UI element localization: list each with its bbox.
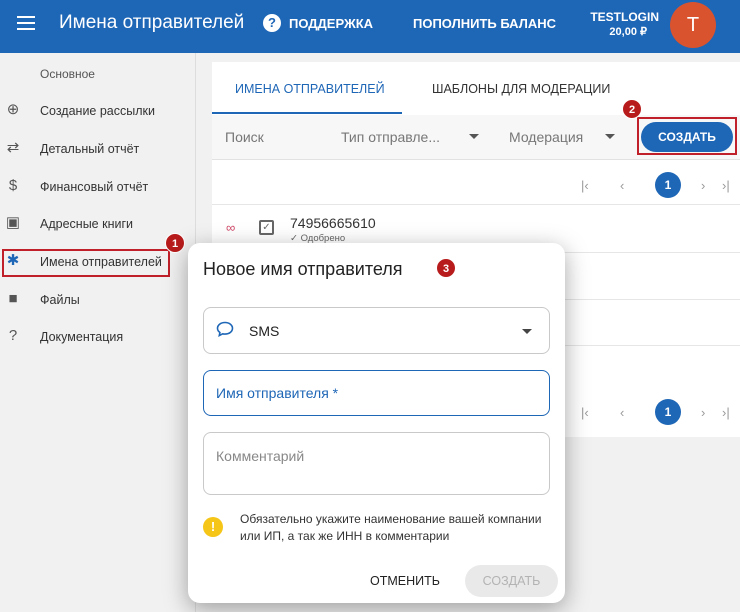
create-sender-button[interactable]: СОЗДАТЬ xyxy=(465,565,558,597)
sidebar-section-title: Основное xyxy=(40,67,95,81)
divider xyxy=(212,204,740,205)
prev-page-button[interactable]: ‹ xyxy=(620,405,624,420)
warning-icon: ! xyxy=(203,517,223,537)
pagination-top: |‹ ‹ 1 › ›| xyxy=(578,172,738,202)
chevron-down-icon[interactable] xyxy=(469,134,479,139)
moderation-filter[interactable]: Модерация xyxy=(509,129,583,145)
sidebar-item-label: Адресные книги xyxy=(40,217,133,231)
sidebar-item-files[interactable]: ■ Файлы xyxy=(0,285,196,315)
dialog-title: Новое имя отправителя xyxy=(203,259,403,279)
account-balance: 20,00 ₽ xyxy=(609,26,647,38)
search-input[interactable]: Поиск xyxy=(225,129,264,145)
filter-bar: Поиск Тип отправле... Модерация СОЗДАТЬ xyxy=(212,115,740,160)
help-icon: ? xyxy=(8,327,18,344)
tab-moderation-templates[interactable]: ШАБЛОНЫ ДЛЯ МОДЕРАЦИИ xyxy=(432,82,610,96)
first-page-button[interactable]: |‹ xyxy=(581,178,589,193)
prev-page-button[interactable]: ‹ xyxy=(620,178,624,193)
sender-name-label: Имя отправителя * xyxy=(216,385,339,401)
page-title: Имена отправителей xyxy=(59,12,245,33)
voicemail-icon: ∞ xyxy=(226,220,236,235)
first-page-button[interactable]: |‹ xyxy=(581,405,589,420)
comment-field[interactable]: Комментарий xyxy=(203,432,550,495)
chevron-down-icon xyxy=(522,329,532,334)
new-sender-dialog: Новое имя отправителя SMS Имя отправител… xyxy=(188,243,565,603)
sidebar-item-label: Финансовый отчёт xyxy=(40,180,149,194)
dollar-icon: $ xyxy=(8,177,18,194)
step-marker-3: 3 xyxy=(436,258,456,278)
channel-select[interactable]: SMS xyxy=(203,307,550,354)
account-login: TESTLOGIN xyxy=(590,10,659,24)
help-icon[interactable]: ? xyxy=(263,14,281,32)
sidebar-item-label: Создание рассылки xyxy=(40,104,155,118)
top-app-bar: Имена отправителей ? ПОДДЕРЖКА ПОПОЛНИТЬ… xyxy=(0,0,740,53)
channel-select-value: SMS xyxy=(249,323,280,339)
sidebar-item-financial-report[interactable]: $ Финансовый отчёт xyxy=(0,172,196,202)
sidebar-item-detailed-report[interactable]: ⇄ Детальный отчёт xyxy=(0,134,196,164)
sender-name-field[interactable]: Имя отправителя * xyxy=(203,370,550,416)
last-page-button[interactable]: ›| xyxy=(722,178,730,193)
folder-icon: ■ xyxy=(8,290,18,307)
support-link[interactable]: ПОДДЕРЖКА xyxy=(289,16,373,31)
step-marker-2: 2 xyxy=(622,99,642,119)
swap-arrows-icon: ⇄ xyxy=(6,139,20,156)
next-page-button[interactable]: › xyxy=(701,178,705,193)
top-up-balance-link[interactable]: ПОПОЛНИТЬ БАЛАНС xyxy=(413,16,556,31)
sidebar-item-label: Файлы xyxy=(40,293,80,307)
add-circle-icon: ⊕ xyxy=(6,101,20,118)
avatar[interactable]: T xyxy=(670,2,716,48)
sidebar-item-create-mailing[interactable]: ⊕ Создание рассылки xyxy=(0,96,196,126)
sidebar: Основное ⊕ Создание рассылки ⇄ Детальный… xyxy=(0,53,196,612)
chat-bubble-icon xyxy=(216,321,234,337)
current-page[interactable]: 1 xyxy=(655,172,681,198)
current-page[interactable]: 1 xyxy=(655,399,681,425)
comment-label: Комментарий xyxy=(216,448,305,464)
menu-icon[interactable] xyxy=(17,16,35,30)
pagination-bottom: |‹ ‹ 1 › ›| xyxy=(578,399,738,429)
sidebar-item-label: Документация xyxy=(40,330,124,344)
tab-sender-names[interactable]: ИМЕНА ОТПРАВИТЕЛЕЙ xyxy=(235,82,385,96)
type-filter[interactable]: Тип отправле... xyxy=(341,129,440,145)
sender-name-value: 74956665610 xyxy=(290,215,376,231)
step-marker-1: 1 xyxy=(165,233,185,253)
sidebar-item-label: Детальный отчёт xyxy=(40,142,140,156)
sidebar-item-documentation[interactable]: ? Документация xyxy=(0,322,196,352)
next-page-button[interactable]: › xyxy=(701,405,705,420)
sidebar-item-address-books[interactable]: ▣ Адресные книги xyxy=(0,209,196,239)
last-page-button[interactable]: ›| xyxy=(722,405,730,420)
cancel-button[interactable]: ОТМЕНИТЬ xyxy=(360,565,450,597)
warning-text: Обязательно укажите наименование вашей к… xyxy=(240,512,542,543)
highlight-frame xyxy=(637,117,737,155)
checkbox-icon[interactable]: ✓ xyxy=(259,220,274,235)
contact-card-icon: ▣ xyxy=(5,214,21,231)
chevron-down-icon[interactable] xyxy=(605,134,615,139)
highlight-frame xyxy=(2,249,170,277)
active-tab-indicator xyxy=(212,112,402,114)
